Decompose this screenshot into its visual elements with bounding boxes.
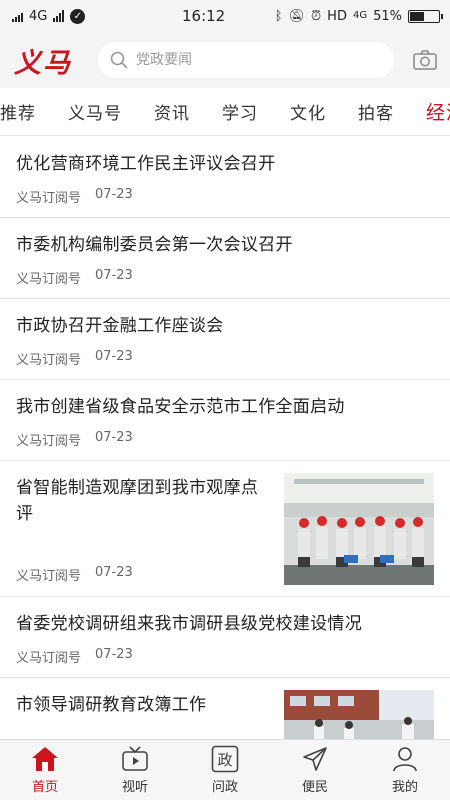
bluetooth-icon: ᛒ: [274, 8, 283, 24]
nav-services[interactable]: 便民: [270, 740, 360, 800]
news-source: 义马订阅号: [16, 272, 82, 287]
battery-fill: [410, 11, 424, 21]
hd-label: HD: [327, 8, 347, 24]
battery-icon: [408, 9, 443, 23]
user-icon: [391, 745, 419, 773]
news-item-with-image[interactable]: 省智能制造观摩团到我市观摩点评 义马订阅号 07-23: [0, 461, 450, 597]
tab-6[interactable]: 经济: [410, 98, 450, 125]
nav-label: 问政: [211, 780, 238, 795]
photo-group-visit: [284, 473, 434, 585]
tab-1[interactable]: 义马号: [52, 99, 138, 124]
category-tabs: 推荐义马号资讯学习文化拍客经济: [0, 88, 450, 136]
news-source: 义马订阅号: [16, 353, 82, 368]
bottom-nav: 首页 视听 政 问政 便民 我的: [0, 739, 450, 800]
news-title: 我市创建省级食品安全示范市工作全面启动: [16, 397, 345, 417]
signal-icon: [53, 10, 65, 22]
news-item[interactable]: 优化营商环境工作民主评议会召开 义马订阅号 07-23: [0, 137, 450, 218]
tab-3[interactable]: 学习: [206, 99, 274, 124]
nav-label: 首页: [31, 780, 58, 795]
news-item[interactable]: 省委党校调研组来我市调研县级党校建设情况 义马订阅号 07-23: [0, 597, 450, 678]
news-item-with-image[interactable]: 市领导调研教育改簿工作: [0, 678, 450, 739]
news-title: 省委党校调研组来我市调研县级党校建设情况: [16, 614, 362, 634]
battery-percent: 51%: [373, 8, 402, 24]
tv-icon: [121, 745, 149, 773]
app-header: 义马: [0, 32, 450, 88]
nav-video[interactable]: 视听: [90, 740, 180, 800]
tab-0[interactable]: 推荐: [0, 99, 52, 124]
news-source: 义马订阅号: [16, 651, 82, 666]
tab-5[interactable]: 拍客: [342, 99, 410, 124]
news-date: 07-23: [95, 187, 133, 202]
status-right: ᛒ 🔕︎ ⏰︎ HD 4G 51%: [274, 8, 443, 24]
nav-home[interactable]: 首页: [0, 740, 90, 800]
camera-button[interactable]: [412, 47, 438, 73]
check-icon: ✓: [70, 8, 86, 24]
news-meta: 义马订阅号 07-23: [16, 647, 434, 666]
news-date: 07-23: [95, 268, 133, 283]
send-icon: [301, 745, 329, 773]
news-title: 市领导调研教育改簿工作: [16, 695, 207, 715]
news-date: 07-23: [95, 565, 133, 580]
news-item[interactable]: 市委机构编制委员会第一次会议召开 义马订阅号 07-23: [0, 218, 450, 299]
svg-text:政: 政: [217, 751, 232, 769]
news-meta: 义马订阅号 07-23: [16, 430, 434, 449]
news-title: 优化营商环境工作民主评议会召开: [16, 154, 276, 174]
news-date: 07-23: [95, 430, 133, 445]
nav-label: 视听: [121, 780, 148, 795]
network-type: 4G: [29, 8, 48, 24]
news-title: 市政协召开金融工作座谈会: [16, 316, 224, 336]
nav-label: 我的: [391, 780, 418, 795]
tabs-track: 推荐义马号资讯学习文化拍客经济: [0, 98, 450, 125]
zheng-icon: 政: [211, 745, 239, 773]
search-input[interactable]: [136, 52, 336, 68]
nav-label: 便民: [301, 780, 328, 795]
mute-icon: 🔕︎: [288, 8, 306, 24]
news-meta: 义马订阅号 07-23: [16, 349, 434, 368]
status-bar: 4G ✓ 16:12 ᛒ 🔕︎ ⏰︎ HD 4G 51%: [0, 0, 450, 32]
news-list: 优化营商环境工作民主评议会召开 义马订阅号 07-23 市委机构编制委员会第一次会…: [0, 137, 450, 739]
news-item[interactable]: 市政协召开金融工作座谈会 义马订阅号 07-23: [0, 299, 450, 380]
nav-inquiry[interactable]: 政 问政: [180, 740, 270, 800]
alarm-icon: ⏰︎: [311, 8, 322, 24]
network-right: 4G: [352, 10, 368, 21]
news-source: 义马订阅号: [16, 569, 82, 584]
search-icon: [110, 51, 128, 69]
tab-2[interactable]: 资讯: [138, 99, 206, 124]
tab-4[interactable]: 文化: [274, 99, 342, 124]
camera-icon: [413, 50, 437, 70]
news-thumbnail: [284, 690, 434, 739]
news-meta: 义马订阅号 07-23: [16, 268, 434, 287]
sim-signal-icon: [12, 10, 23, 22]
news-source: 义马订阅号: [16, 434, 82, 449]
status-left: 4G ✓: [12, 8, 182, 24]
news-meta: 义马订阅号 07-23: [16, 565, 133, 584]
search-box[interactable]: [98, 42, 394, 78]
news-title: 省智能制造观摩团到我市观摩点评: [16, 478, 259, 524]
app-logo: 义马: [14, 47, 72, 79]
news-source: 义马订阅号: [16, 191, 82, 206]
nav-profile[interactable]: 我的: [360, 740, 450, 800]
news-thumbnail: [284, 473, 434, 585]
news-title: 市委机构编制委员会第一次会议召开: [16, 235, 293, 255]
news-date: 07-23: [95, 647, 133, 662]
news-meta: 义马订阅号 07-23: [16, 187, 434, 206]
status-time: 16:12: [182, 7, 226, 25]
home-icon: [31, 745, 59, 773]
photo-school-visit: [284, 690, 434, 739]
news-date: 07-23: [95, 349, 133, 364]
news-item[interactable]: 我市创建省级食品安全示范市工作全面启动 义马订阅号 07-23: [0, 380, 450, 461]
